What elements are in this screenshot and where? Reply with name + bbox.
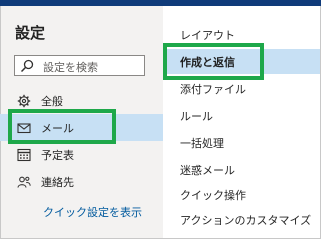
subnav-item-quick-steps[interactable]: クイック操作	[163, 182, 320, 207]
view-quick-settings-link[interactable]: クイック設定を表示	[43, 204, 142, 220]
subnav-item-label: アクションのカスタマイズ	[180, 214, 312, 227]
search-placeholder: 設定を検索	[43, 61, 98, 74]
gear-icon	[17, 94, 31, 108]
search-icon	[20, 59, 34, 73]
subnav-item-label: ルール	[180, 110, 213, 123]
people-icon	[17, 176, 31, 188]
subnav-item-label: 添付ファイル	[180, 83, 246, 96]
calendar-icon	[17, 148, 31, 162]
search-input[interactable]: 設定を検索	[14, 55, 145, 76]
subnav-item-label: 迷惑メール	[180, 164, 235, 177]
subnav-item-sweep[interactable]: 一括処理	[163, 130, 320, 155]
subnav-item-junk-email[interactable]: 迷惑メール	[163, 157, 320, 182]
nav-item-label: 連絡先	[41, 176, 74, 189]
nav-item-calendar[interactable]: 予定表	[0, 141, 163, 168]
nav-item-contacts[interactable]: 連絡先	[0, 168, 163, 195]
mail-highlight-box	[8, 109, 116, 144]
nav-item-label: 全般	[41, 95, 63, 108]
subnav-item-rules[interactable]: ルール	[163, 103, 320, 128]
page-title: 設定	[15, 24, 46, 42]
subnav-item-label: クイック操作	[180, 189, 246, 202]
nav-item-label: 予定表	[41, 149, 74, 162]
subnav-item-label: レイアウト	[180, 29, 235, 42]
subnav-item-customize-actions[interactable]: アクションのカスタマイズ	[163, 207, 320, 232]
compose-reply-highlight-box	[163, 43, 264, 80]
subnav-item-label: 一括処理	[180, 137, 224, 150]
